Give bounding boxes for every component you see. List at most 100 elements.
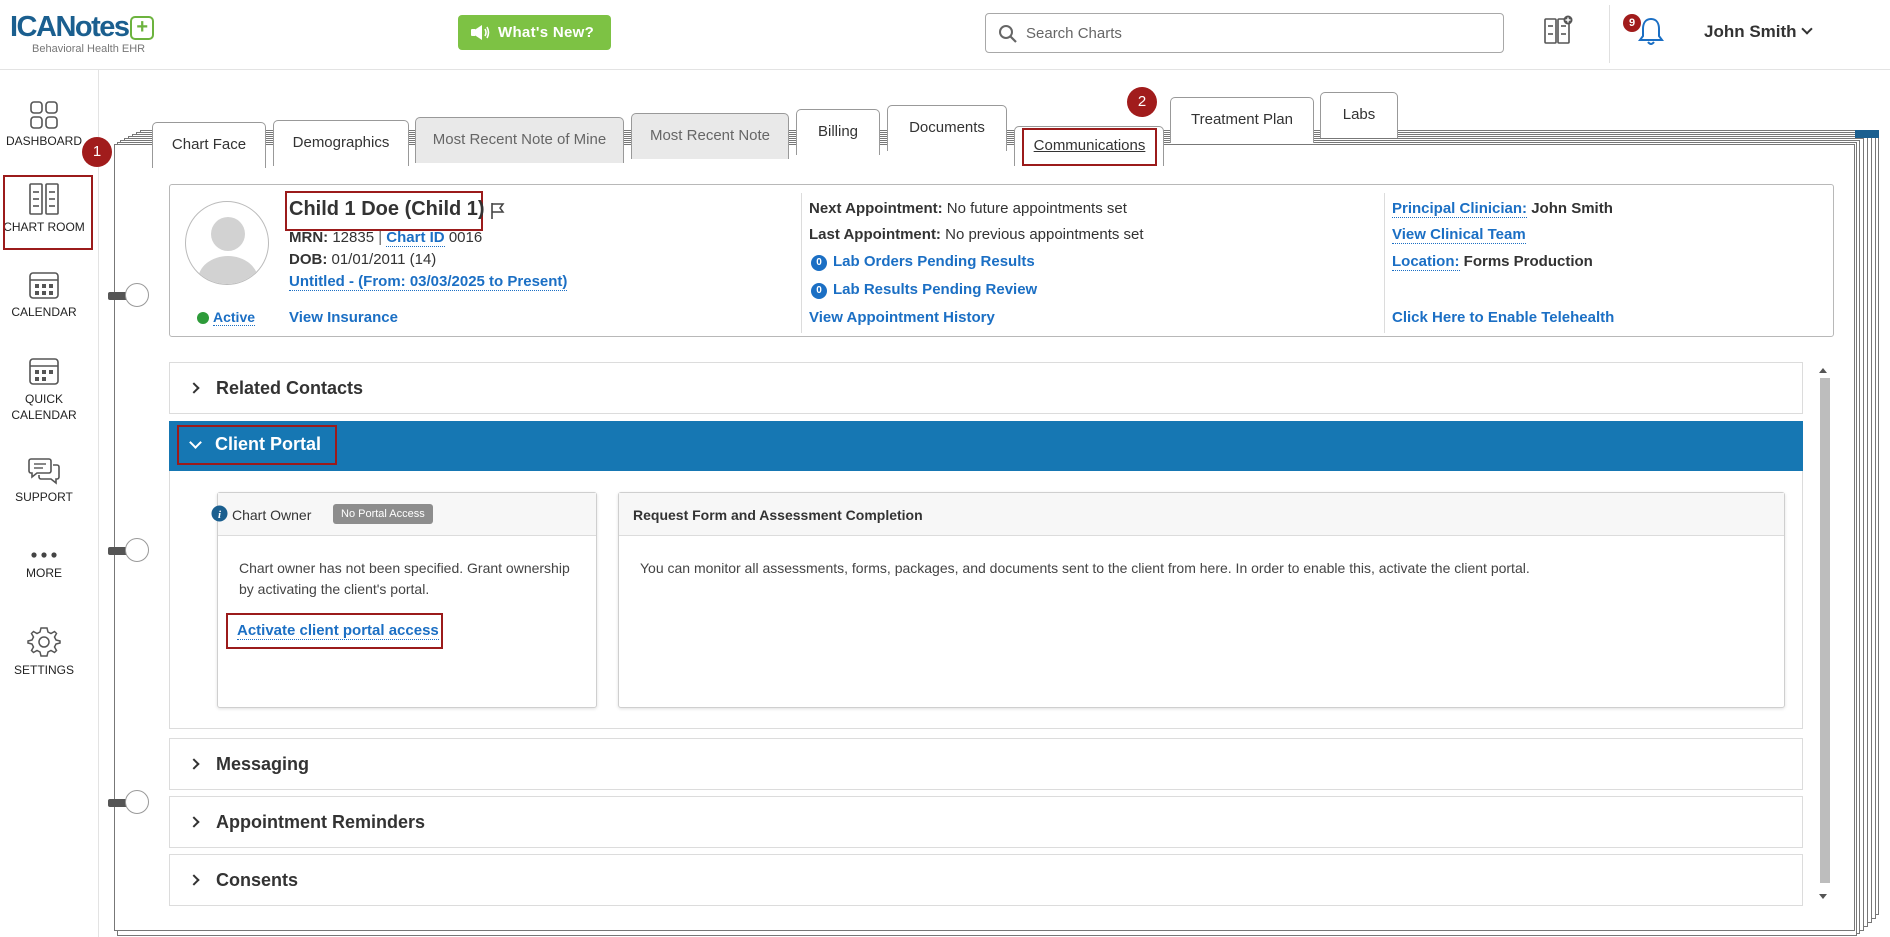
top-bar: ICANotes + Behavioral Health EHR What's N… bbox=[0, 0, 1890, 70]
next-appointment-value: No future appointments set bbox=[946, 200, 1127, 217]
search-charts-box[interactable] bbox=[985, 13, 1504, 53]
request-form-description: You can monitor all assessments, forms, … bbox=[640, 560, 1530, 576]
chevron-down-icon bbox=[1800, 23, 1813, 35]
lab-results-pending-link[interactable]: 0 Lab Results Pending Review bbox=[811, 281, 1037, 299]
megaphone-icon bbox=[471, 25, 490, 40]
sidebar-item-settings[interactable]: SETTINGS bbox=[0, 625, 88, 677]
dob-row: DOB: 01/01/2011 (14) bbox=[289, 251, 436, 268]
tab-most-recent-note-of-mine[interactable]: Most Recent Note of Mine bbox=[415, 117, 624, 163]
scrollbar-thumb[interactable] bbox=[1820, 378, 1830, 883]
location-value: Forms Production bbox=[1463, 253, 1593, 270]
last-appointment-row: Last Appointment: No previous appointmen… bbox=[809, 226, 1144, 243]
search-input[interactable] bbox=[1026, 22, 1486, 44]
user-menu-button[interactable]: John Smith bbox=[1704, 22, 1813, 42]
status-active-link[interactable]: Active bbox=[213, 309, 256, 326]
last-appointment-label: Last Appointment: bbox=[809, 226, 941, 243]
chevron-right-icon bbox=[188, 758, 200, 770]
accordion-related-contacts[interactable]: Related Contacts bbox=[169, 362, 1803, 414]
dob-label: DOB: bbox=[289, 251, 328, 268]
gear-icon bbox=[27, 627, 61, 657]
separator: | bbox=[378, 229, 383, 246]
chart-owner-panel: i Chart Owner No Portal Access Chart own… bbox=[211, 492, 597, 708]
whats-new-button[interactable]: What's New? bbox=[458, 15, 611, 50]
client-portal-body: i Chart Owner No Portal Access Chart own… bbox=[169, 471, 1803, 729]
mrn-value: 12835 bbox=[332, 229, 375, 246]
tab-treatment-plan[interactable]: Treatment Plan bbox=[1170, 97, 1314, 143]
highlight-box-chart-room bbox=[3, 175, 93, 250]
lab-results-count-badge: 0 bbox=[811, 283, 827, 299]
tab-documents[interactable]: Documents bbox=[887, 105, 1007, 151]
sidebar-item-label: QUICK CALENDAR bbox=[11, 392, 77, 422]
highlight-box-client-portal bbox=[177, 425, 337, 465]
accordion-label: Appointment Reminders bbox=[216, 812, 426, 832]
add-chart-icon[interactable] bbox=[1543, 15, 1573, 47]
sidebar-item-more[interactable]: MORE bbox=[0, 548, 88, 580]
no-portal-access-badge: No Portal Access bbox=[333, 504, 433, 524]
status-dot-icon bbox=[197, 312, 209, 324]
tab-labs[interactable]: Labs bbox=[1320, 92, 1398, 138]
tab-chart-face[interactable]: Chart Face bbox=[152, 122, 266, 168]
request-form-title: Request Form and Assessment Completion bbox=[633, 507, 923, 523]
logo-subtitle: Behavioral Health EHR bbox=[32, 43, 146, 55]
binder-ring bbox=[108, 283, 149, 309]
tab-demographics[interactable]: Demographics bbox=[273, 120, 409, 166]
binder-spine-accent bbox=[1855, 130, 1879, 138]
accordion-client-portal[interactable]: Client Portal bbox=[169, 421, 1803, 471]
accordion-messaging[interactable]: Messaging bbox=[169, 738, 1803, 790]
top-divider bbox=[1609, 5, 1610, 63]
chart-owner-title: Chart Owner bbox=[232, 507, 312, 523]
search-icon bbox=[999, 25, 1017, 43]
notification-count-badge: 9 bbox=[1623, 14, 1641, 32]
more-dots-icon bbox=[31, 552, 57, 558]
binder-ring bbox=[108, 790, 149, 816]
principal-clinician-link[interactable]: Principal Clinician: bbox=[1392, 200, 1528, 218]
accordion-appointment-reminders[interactable]: Appointment Reminders bbox=[169, 796, 1803, 848]
tab-communications-label[interactable]: Communications bbox=[1022, 128, 1157, 166]
whats-new-label: What's New? bbox=[498, 24, 595, 41]
episode-link[interactable]: Untitled - (From: 03/03/2025 to Present) bbox=[289, 273, 568, 291]
accordion-consents[interactable]: Consents bbox=[169, 854, 1803, 906]
user-avatar-icon bbox=[198, 217, 258, 284]
sidebar-item-support[interactable]: SUPPORT bbox=[0, 456, 88, 504]
user-name: John Smith bbox=[1704, 22, 1797, 41]
chevron-right-icon bbox=[188, 382, 200, 394]
activate-client-portal-link[interactable]: Activate client portal access bbox=[237, 622, 439, 640]
location-row: Location: Forms Production bbox=[1392, 253, 1593, 271]
accordion-label: Related Contacts bbox=[216, 378, 364, 398]
lab-orders-label: Lab Orders Pending Results bbox=[833, 253, 1035, 270]
left-sidebar: DASHBOARD CHART ROOM CALENDAR QUICK CALE… bbox=[0, 70, 99, 937]
chevron-right-icon bbox=[188, 816, 200, 828]
chart-owner-description: Chart owner has not been specified. Gran… bbox=[239, 560, 570, 597]
principal-clinician-row: Principal Clinician: John Smith bbox=[1392, 200, 1613, 218]
view-insurance-link[interactable]: View Insurance bbox=[289, 309, 398, 326]
location-link[interactable]: Location: bbox=[1392, 253, 1460, 271]
chevron-right-icon bbox=[188, 874, 200, 886]
scroll-up-arrow-icon[interactable] bbox=[1819, 368, 1827, 373]
scroll-down-arrow-icon[interactable] bbox=[1819, 894, 1827, 899]
column-divider bbox=[801, 193, 802, 333]
sidebar-item-dashboard[interactable]: DASHBOARD bbox=[0, 100, 88, 148]
lab-results-label: Lab Results Pending Review bbox=[833, 281, 1038, 298]
sidebar-item-calendar[interactable]: CALENDAR bbox=[0, 269, 88, 319]
view-appointment-history-link[interactable]: View Appointment History bbox=[809, 309, 995, 326]
last-appointment-value: No previous appointments set bbox=[945, 226, 1144, 243]
tab-most-recent-note[interactable]: Most Recent Note bbox=[631, 113, 789, 159]
icanotes-logo[interactable]: ICANotes + Behavioral Health EHR bbox=[10, 12, 165, 58]
enable-telehealth-link[interactable]: Click Here to Enable Telehealth bbox=[1392, 309, 1614, 326]
support-chat-icon bbox=[28, 458, 60, 485]
dashboard-icon bbox=[30, 101, 58, 129]
sidebar-item-label: CALENDAR bbox=[11, 305, 77, 319]
patient-avatar bbox=[185, 201, 269, 285]
sidebar-item-label: MORE bbox=[26, 566, 62, 580]
sidebar-item-quick-calendar[interactable]: QUICK CALENDAR bbox=[0, 355, 88, 423]
info-icon[interactable]: i bbox=[211, 505, 228, 522]
tab-billing[interactable]: Billing bbox=[796, 109, 880, 155]
flag-icon[interactable] bbox=[490, 202, 506, 220]
view-clinical-team-link[interactable]: View Clinical Team bbox=[1392, 226, 1526, 244]
calendar-icon bbox=[29, 272, 59, 299]
next-appointment-label: Next Appointment: bbox=[809, 200, 943, 217]
lab-orders-pending-link[interactable]: 0 Lab Orders Pending Results bbox=[811, 253, 1035, 271]
quick-calendar-icon bbox=[29, 358, 59, 385]
chart-id-link[interactable]: Chart ID bbox=[386, 229, 445, 247]
step-marker-1: 1 bbox=[82, 137, 112, 167]
